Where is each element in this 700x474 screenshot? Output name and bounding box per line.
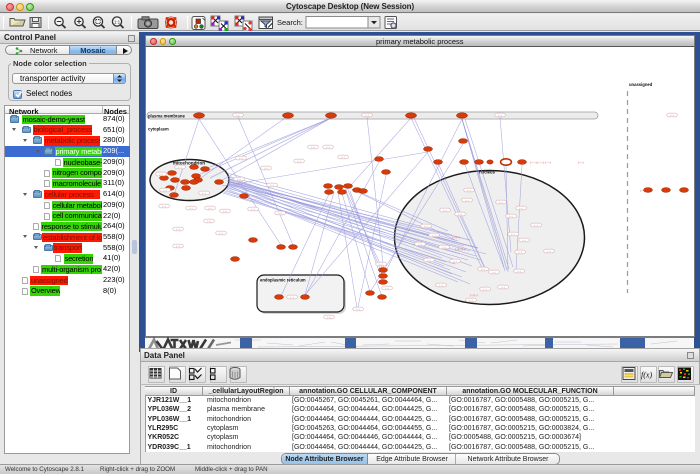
svg-text:(---): (---)	[189, 208, 193, 210]
svg-text:(---): (---)	[509, 216, 513, 218]
svg-text:(---): (---)	[501, 287, 505, 289]
svg-text:(---): (---)	[365, 115, 369, 117]
svg-text:(---): (---)	[236, 115, 240, 117]
svg-text:(---): (---)	[458, 214, 462, 216]
svg-text:(---): (---)	[208, 208, 212, 210]
svg-text:(---): (---)	[385, 288, 389, 290]
svg-text:(---): (---)	[453, 261, 457, 263]
svg-text:(---): (---)	[176, 246, 180, 248]
svg-text:(---): (---)	[519, 208, 523, 210]
svg-text:(---): (---)	[207, 221, 211, 223]
svg-text:(---): (---)	[176, 229, 180, 231]
svg-text:(---): (---)	[278, 213, 282, 215]
svg-text:(---): (---)	[311, 147, 315, 149]
svg-text:f(x): f(x)	[641, 371, 652, 380]
svg-text:(---): (---)	[251, 209, 255, 211]
svg-text:1:1: 1:1	[114, 20, 121, 25]
svg-text:(---): (---)	[264, 168, 268, 170]
svg-text:(---): (---)	[237, 179, 241, 181]
svg-text:(---): (---)	[534, 225, 538, 227]
svg-text:(---): (---)	[239, 158, 243, 160]
svg-text:(---): (---)	[443, 210, 447, 212]
svg-text:(-----) (-----) (-----): (-----) (-----) (-----)	[530, 161, 551, 165]
svg-text:(---): (---)	[481, 269, 485, 271]
svg-text:(---): (---)	[522, 240, 526, 242]
svg-text:(---): (---)	[670, 115, 674, 117]
svg-text:(---): (---)	[219, 233, 223, 235]
svg-text:(---): (---)	[159, 174, 163, 176]
svg-text:(---): (---)	[424, 226, 428, 228]
svg-text:(---): (---)	[379, 264, 383, 266]
svg-text:(---): (---)	[162, 206, 166, 208]
svg-text:cytoplasm: cytoplasm	[148, 127, 169, 132]
svg-text:(---): (---)	[326, 147, 330, 149]
svg-text:(---): (---)	[498, 115, 502, 117]
svg-text:(---): (---)	[442, 247, 446, 249]
svg-text:endoplasmic reticulum: endoplasmic reticulum	[260, 278, 306, 283]
svg-text:(---): (---)	[439, 285, 443, 287]
svg-text:(---): (---)	[356, 309, 360, 311]
svg-text:(--) (--): (--) (--)	[470, 293, 478, 297]
svg-text:(---): (---)	[270, 185, 274, 187]
svg-text:plasma membrane: plasma membrane	[148, 113, 185, 118]
svg-text:(---): (---)	[297, 161, 301, 163]
svg-text:(---): (---)	[518, 252, 522, 254]
svg-text:(---): (---)	[432, 235, 436, 237]
svg-text:(---): (---)	[469, 300, 473, 302]
svg-text:(---): (---)	[547, 251, 551, 253]
svg-text:(---): (---)	[483, 289, 487, 291]
svg-text:(---): (---)	[467, 190, 471, 192]
svg-text:(---): (---)	[327, 317, 331, 319]
svg-text:(--) (--): (--) (--)	[452, 235, 460, 239]
svg-text:(---): (---)	[511, 234, 515, 236]
svg-text:(---): (---)	[465, 200, 469, 202]
svg-text:(---): (---)	[427, 260, 431, 262]
svg-text:(---): (---)	[418, 244, 422, 246]
svg-text:unassigned: unassigned	[629, 82, 653, 87]
svg-text:(---): (---)	[178, 167, 182, 169]
svg-text:(---): (---)	[640, 189, 645, 193]
svg-text:mitochondrion: mitochondrion	[173, 161, 205, 166]
svg-text:Search:: Search:	[277, 18, 303, 27]
svg-text:(---): (---)	[290, 297, 294, 299]
svg-text:(---): (---)	[163, 190, 167, 192]
svg-text:(----): (----)	[578, 161, 584, 165]
svg-text:(---): (---)	[517, 271, 521, 273]
svg-text:(---): (---)	[499, 202, 503, 204]
svg-text:(---): (---)	[492, 272, 496, 274]
svg-text:(---): (---)	[341, 157, 345, 159]
svg-text:(---): (---)	[223, 211, 227, 213]
svg-text:(--)(--)(--): (--)(--)(--)	[455, 247, 466, 251]
svg-text:(---): (---)	[202, 193, 206, 195]
